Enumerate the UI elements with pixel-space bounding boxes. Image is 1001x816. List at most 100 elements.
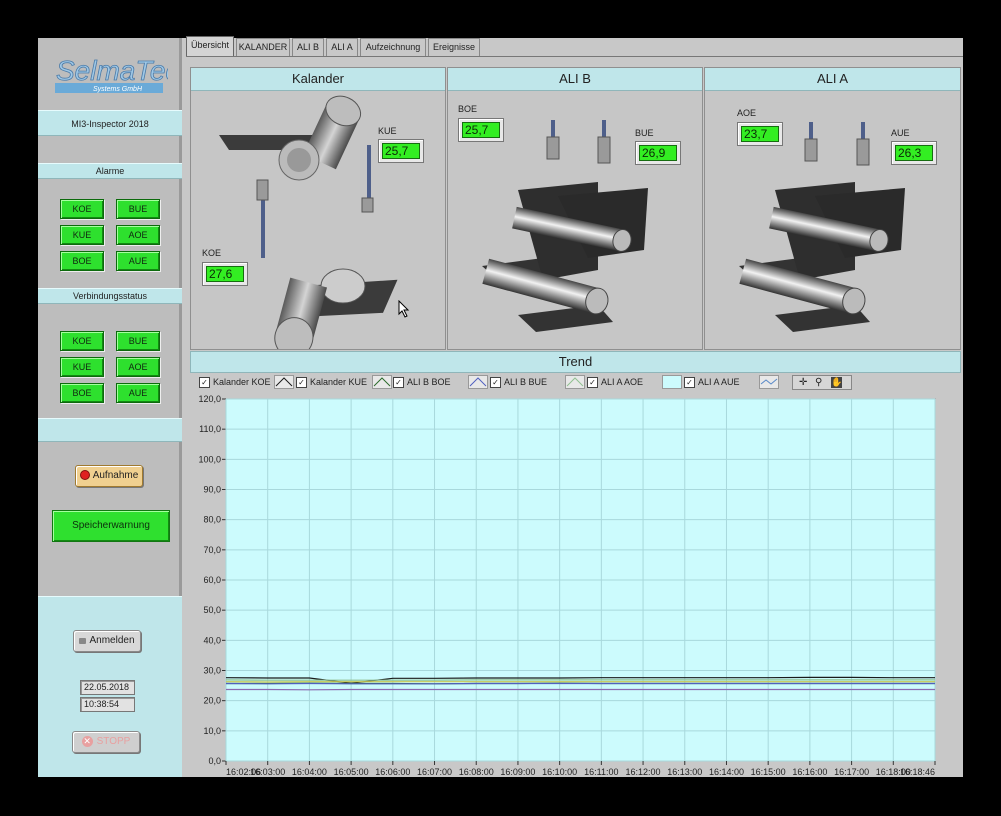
panel-kalander-title: Kalander <box>191 68 445 91</box>
alarm-bue: BUE <box>116 199 160 219</box>
panel-ali-b: ALI B BOE 25,7 BUE 26,9 <box>447 67 703 350</box>
panel-ali-a-title: ALI A <box>705 68 960 91</box>
legend-label: ALI A AUE <box>698 377 740 387</box>
x-tick-label: 16:18:46 <box>900 767 935 777</box>
koe-value-box: 27,6 <box>202 262 248 286</box>
conn-koe: KOE <box>60 331 104 351</box>
kue-label: KUE <box>378 126 397 136</box>
legend-item-aoe[interactable]: ✓ ALI A AOE <box>587 375 643 389</box>
y-tick-label: 0,0 <box>208 756 221 766</box>
x-tick-label: 16:08:00 <box>459 767 494 777</box>
trend-title: Trend <box>190 351 961 373</box>
tab-ereignisse[interactable]: Ereignisse <box>428 38 480 56</box>
legend-item-koe[interactable]: ✓ Kalander KOE <box>199 375 271 389</box>
aue-value-box: 26,3 <box>891 141 937 165</box>
stop-button-label: STOPP <box>96 736 131 747</box>
aue-label: AUE <box>891 128 910 138</box>
time-display: 10:38:54 <box>80 697 135 712</box>
legend-swatch-icon <box>662 375 682 389</box>
legend-checkbox-icon[interactable]: ✓ <box>393 377 404 389</box>
login-button[interactable]: Anmelden <box>73 630 141 652</box>
panel-ali-a: ALI A AOE 23,7 AUE 26,3 <box>704 67 961 350</box>
mouse-cursor-icon <box>398 300 410 318</box>
selmatec-logo: SelmaTec Systems GmbH <box>53 50 180 98</box>
verbindung-header: Verbindungsstatus <box>38 288 182 304</box>
legend-label: ALI B BUE <box>504 377 548 387</box>
legend-checkbox-icon[interactable]: ✓ <box>684 377 695 389</box>
y-tick-label: 30,0 <box>203 666 221 676</box>
x-tick-label: 16:10:00 <box>542 767 577 777</box>
x-tick-label: 16:13:00 <box>667 767 702 777</box>
tab-divider <box>186 56 963 57</box>
aoe-value-box: 23,7 <box>737 122 783 146</box>
y-tick-label: 60,0 <box>203 575 221 585</box>
graph-toolbar: ✛ ⚲ ✋ <box>792 375 852 390</box>
legend-item-aue[interactable]: ✓ ALI A AUE <box>684 375 740 389</box>
tab-ali-b[interactable]: ALI B <box>292 38 324 56</box>
tab-aufzeichnung[interactable]: Aufzeichnung <box>360 38 426 56</box>
panel-ali-b-title: ALI B <box>448 68 702 91</box>
bue-value: 26,9 <box>639 145 677 161</box>
aoe-value: 23,7 <box>741 126 779 142</box>
record-button[interactable]: Aufnahme <box>75 465 143 487</box>
legend-item-boe[interactable]: ✓ ALI B BOE <box>393 375 451 389</box>
date-display: 22.05.2018 <box>80 680 135 695</box>
bue-value-box: 26,9 <box>635 141 681 165</box>
x-tick-label: 16:16:00 <box>792 767 827 777</box>
x-tick-label: 16:07:00 <box>417 767 452 777</box>
kue-value-box: 25,7 <box>378 139 424 163</box>
y-tick-label: 50,0 <box>203 605 221 615</box>
legend-label: Kalander KUE <box>310 377 368 387</box>
legend-checkbox-icon[interactable]: ✓ <box>199 377 210 389</box>
x-tick-label: 16:15:00 <box>751 767 786 777</box>
conn-aoe: AOE <box>116 357 160 377</box>
conn-kue: KUE <box>60 357 104 377</box>
pan-hand-icon[interactable]: ✋ <box>831 377 842 388</box>
tab-uebersicht[interactable]: Übersicht <box>186 36 234 56</box>
crosshair-icon[interactable]: ✛ <box>799 376 807 389</box>
legend-item-bue[interactable]: ✓ ALI B BUE <box>490 375 547 389</box>
record-dot-icon <box>79 470 90 481</box>
x-tick-label: 16:14:00 <box>709 767 744 777</box>
x-tick-label: 16:05:00 <box>334 767 369 777</box>
alarm-koe: KOE <box>60 199 104 219</box>
x-tick-label: 16:06:00 <box>375 767 410 777</box>
conn-aue: AUE <box>116 383 160 403</box>
aoe-label: AOE <box>737 108 757 118</box>
tab-kalander[interactable]: KALANDER <box>236 38 290 56</box>
app-name: MI3-Inspector 2018 <box>38 110 182 136</box>
y-tick-label: 90,0 <box>203 485 221 495</box>
stop-button[interactable]: ✕ STOPP <box>72 731 140 753</box>
alarm-kue: KUE <box>60 225 104 245</box>
sidebar: SelmaTec Systems GmbH MI3-Inspector 2018… <box>38 38 182 777</box>
y-tick-label: 110,0 <box>199 424 221 434</box>
stop-x-icon: ✕ <box>81 735 93 747</box>
trend-chart: 0,0 10,0 20,0 30,0 40,0 50,0 60,0 70,0 80,0 90,0 1… <box>190 391 961 777</box>
legend-checkbox-icon[interactable]: ✓ <box>587 377 598 389</box>
kue-value: 25,7 <box>382 143 420 159</box>
x-tick-label: 16:17:00 <box>834 767 869 777</box>
bue-label: BUE <box>635 128 654 138</box>
x-tick-label: 16:09:00 <box>500 767 535 777</box>
y-tick-label: 80,0 <box>203 515 221 525</box>
record-button-label: Aufnahme <box>92 470 139 481</box>
y-tick-label: 40,0 <box>203 635 221 645</box>
legend-checkbox-icon[interactable]: ✓ <box>296 377 307 389</box>
legend-swatch-icon <box>565 375 585 389</box>
legend-swatch-icon <box>759 375 779 389</box>
trend-chart-svg[interactable]: 0,0 10,0 20,0 30,0 40,0 50,0 60,0 70,0 80,0 90,0 1… <box>190 391 961 777</box>
zoom-icon[interactable]: ⚲ <box>815 376 822 389</box>
legend-checkbox-icon[interactable]: ✓ <box>490 377 501 389</box>
tab-ali-a[interactable]: ALI A <box>326 38 358 56</box>
x-tick-label: 16:03:00 <box>250 767 285 777</box>
legend-item-kue[interactable]: ✓ Kalander KUE <box>296 375 367 389</box>
conn-bue: BUE <box>116 331 160 351</box>
legend-label: ALI A AOE <box>601 377 644 387</box>
boe-label: BOE <box>458 104 478 114</box>
alarm-aue: AUE <box>116 251 160 271</box>
logo-text: SelmaTec <box>56 55 168 86</box>
y-tick-label: 10,0 <box>203 726 221 736</box>
x-tick-label: 16:04:00 <box>292 767 327 777</box>
login-button-label: Anmelden <box>89 635 135 646</box>
boe-value-box: 25,7 <box>458 118 504 142</box>
